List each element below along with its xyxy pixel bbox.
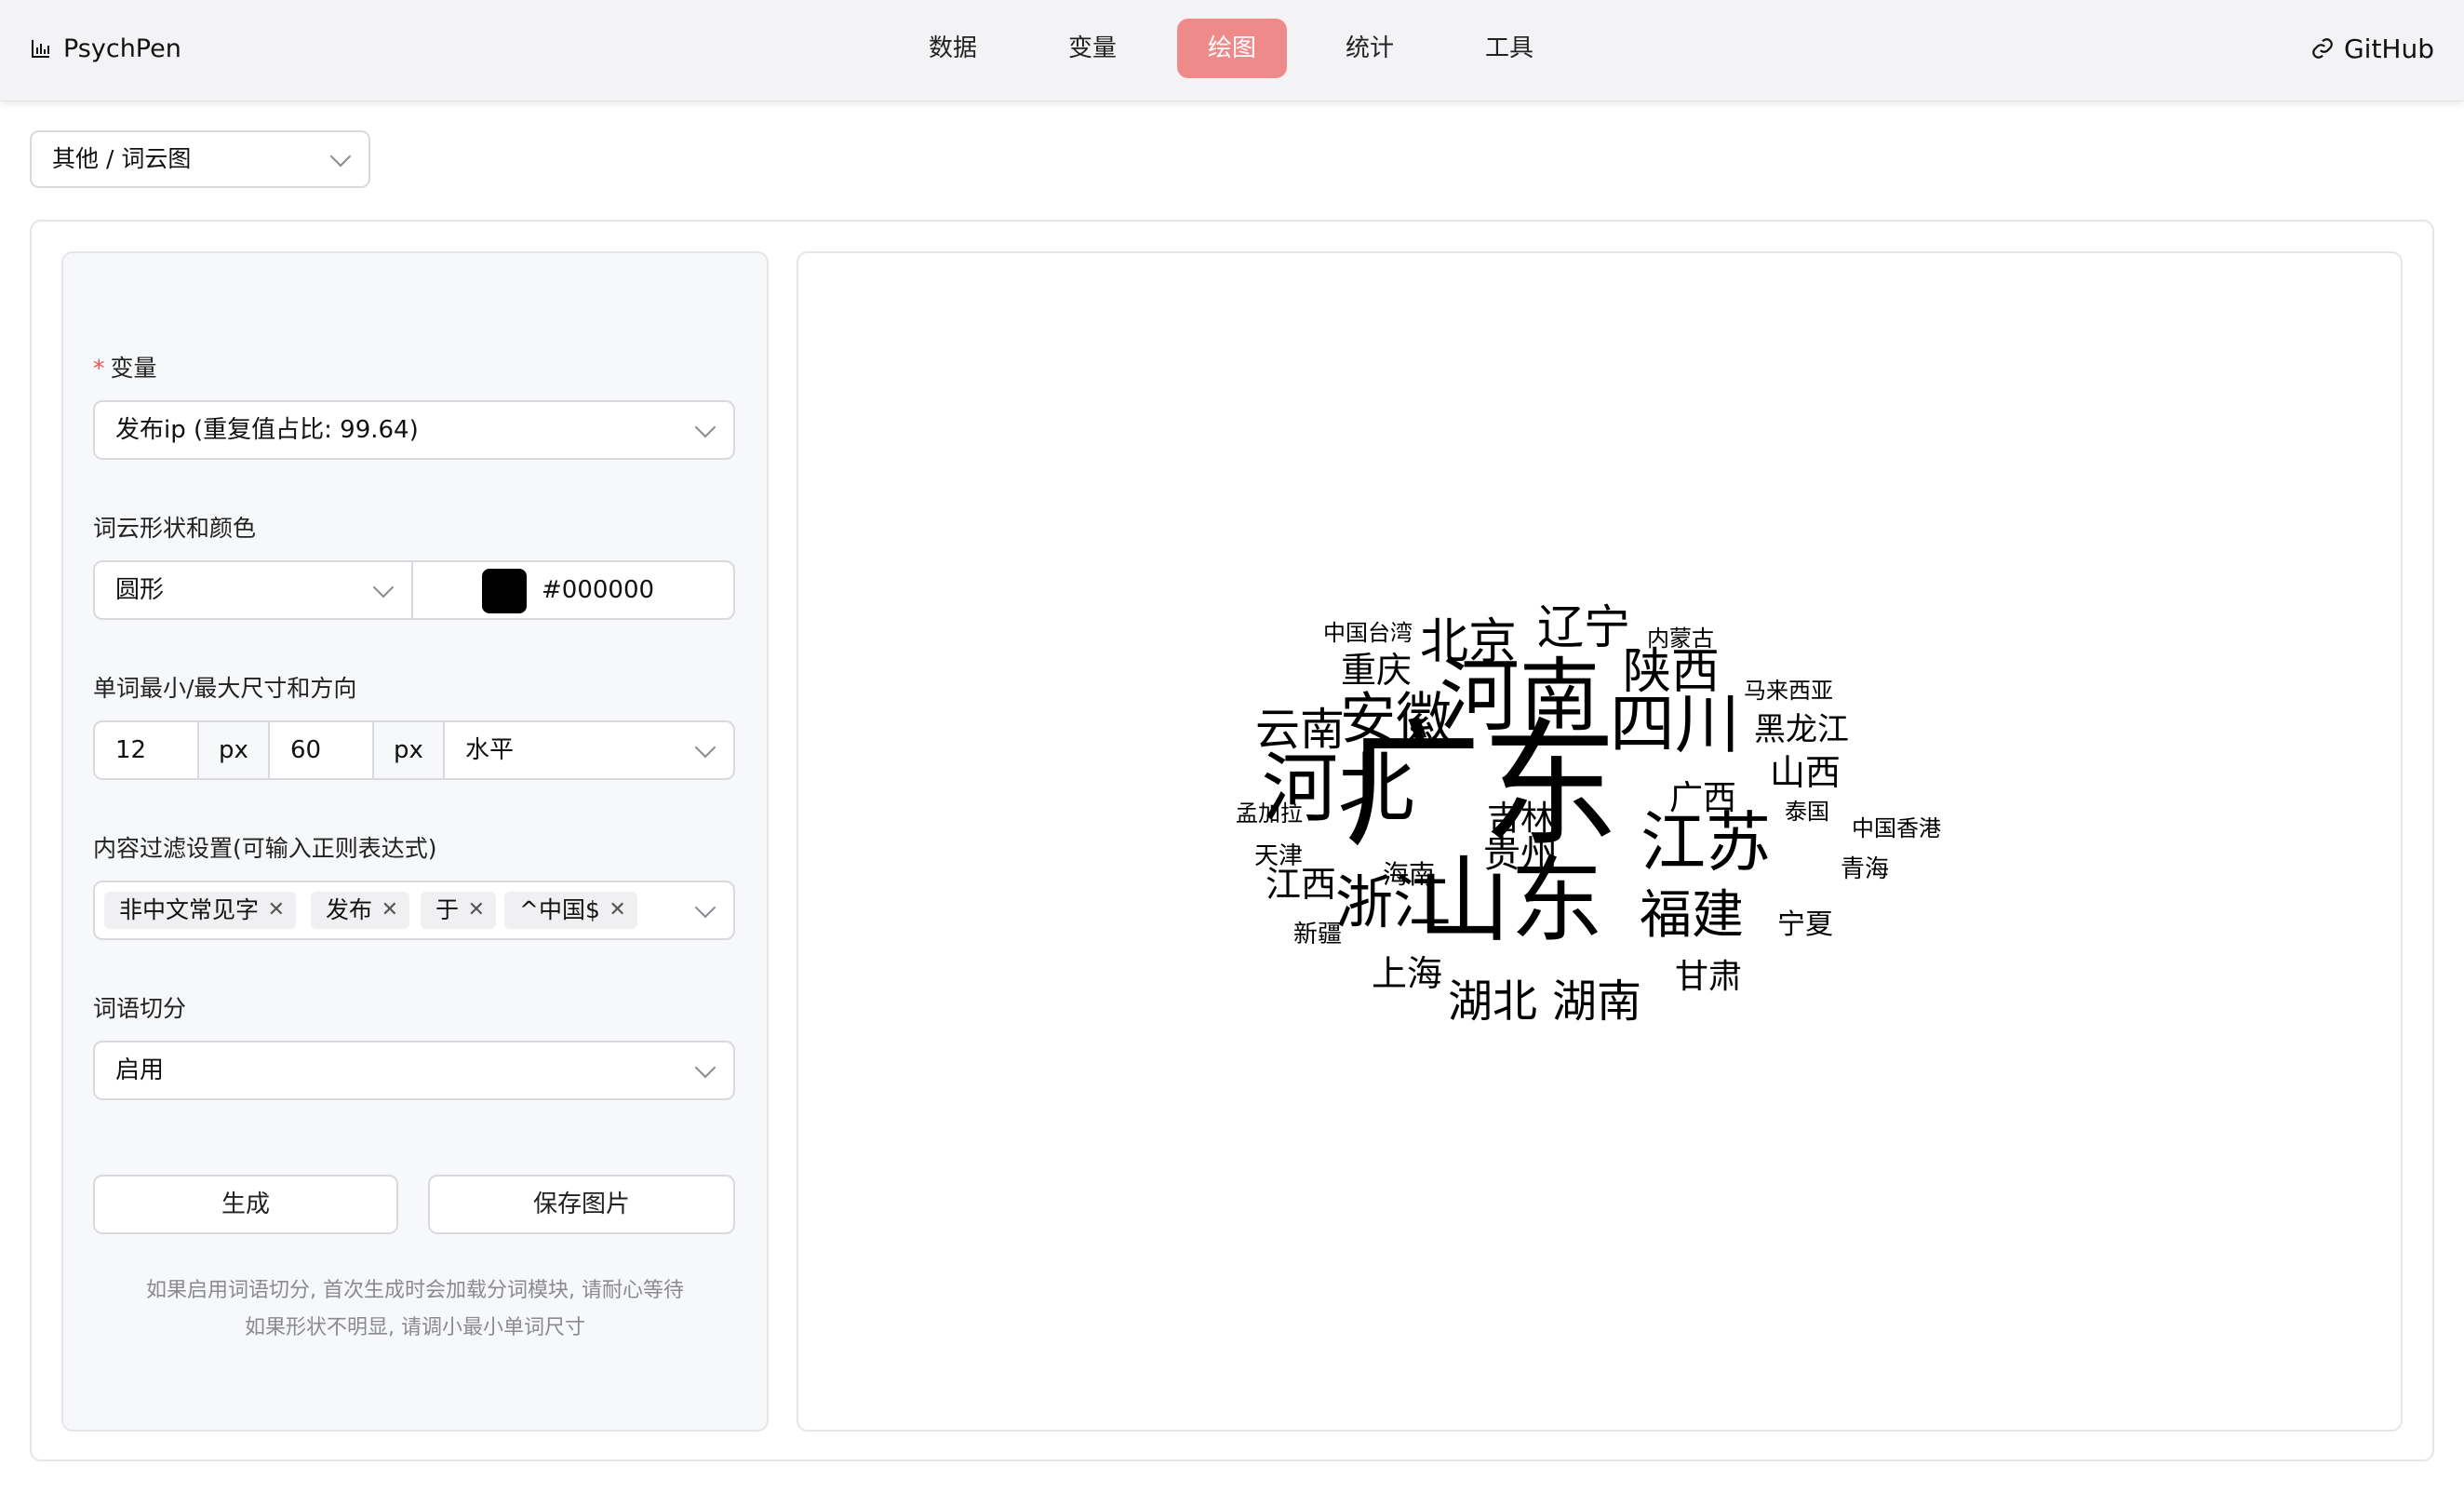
- nav-data[interactable]: 数据: [898, 19, 1008, 78]
- min-size-unit: px: [199, 722, 270, 778]
- word: 山西: [1769, 752, 1841, 793]
- close-icon[interactable]: ✕: [609, 892, 625, 929]
- main-nav: 数据 变量 绘图 统计 工具: [0, 19, 2464, 78]
- color-value: #000000: [542, 576, 655, 604]
- nav-variables[interactable]: 变量: [1038, 19, 1147, 78]
- color-picker[interactable]: #000000: [413, 562, 733, 618]
- variable-value: 发布ip (重复值占比: 99.64): [115, 416, 419, 444]
- chart-type-select[interactable]: 其他 / 词云图: [30, 130, 370, 188]
- segment-label: 词语切分: [93, 995, 187, 1022]
- word: 孟加拉: [1236, 800, 1303, 827]
- word: 宁夏: [1777, 908, 1833, 941]
- top-navbar: PsychPen 数据 变量 绘图 统计 工具 GitHub: [0, 0, 2464, 101]
- chevron-down-icon: [694, 416, 716, 438]
- segment-value: 启用: [115, 1056, 165, 1084]
- variable-select[interactable]: 发布ip (重复值占比: 99.64): [93, 400, 735, 460]
- filter-tag: ^中国$ ✕: [504, 892, 637, 929]
- close-icon[interactable]: ✕: [468, 892, 485, 929]
- chevron-down-icon: [694, 896, 716, 919]
- save-image-button[interactable]: 保存图片: [428, 1175, 735, 1234]
- word: 黑龙江: [1754, 711, 1849, 748]
- word: 泰国: [1785, 799, 1829, 825]
- shape-value: 圆形: [115, 576, 165, 604]
- shape-select[interactable]: 圆形: [95, 562, 413, 618]
- shape-color-label: 词云形状和颜色: [93, 515, 257, 542]
- github-label: GitHub: [2343, 33, 2434, 64]
- word: 甘肃: [1674, 958, 1743, 996]
- word: 云南: [1254, 704, 1346, 756]
- word: 马来西亚: [1744, 678, 1833, 704]
- filter-tag: 发布 ✕: [311, 892, 410, 929]
- word: 上海: [1371, 953, 1443, 994]
- size-direction-group: 12 px 60 px 水平: [93, 720, 735, 780]
- color-swatch: [482, 568, 527, 613]
- word: 福建: [1640, 885, 1744, 946]
- word: 海南: [1382, 859, 1436, 890]
- github-link[interactable]: GitHub: [2310, 30, 2434, 67]
- chart-type-value: 其他 / 词云图: [52, 145, 192, 172]
- word: 安徽: [1340, 687, 1452, 752]
- word: 天津: [1253, 842, 1304, 870]
- word: 四川: [1610, 686, 1740, 762]
- word: 陕西: [1622, 644, 1721, 700]
- close-icon[interactable]: ✕: [268, 892, 285, 929]
- min-size-input[interactable]: 12: [95, 722, 199, 778]
- size-direction-label: 单词最小/最大尺寸和方向: [93, 675, 357, 702]
- direction-value: 水平: [465, 736, 515, 764]
- chevron-down-icon: [329, 145, 352, 168]
- word: 吉林: [1486, 800, 1555, 838]
- word: 青海: [1840, 855, 1890, 883]
- word: 湖南: [1551, 975, 1642, 1028]
- variable-label: * 变量: [93, 355, 157, 382]
- direction-select[interactable]: 水平: [445, 722, 733, 778]
- filter-tags-input[interactable]: 非中文常见字 ✕ 发布 ✕ 于 ✕ ^中国$ ✕: [93, 881, 735, 940]
- chevron-down-icon: [694, 736, 716, 759]
- chevron-down-icon: [372, 576, 395, 599]
- max-size-unit: px: [374, 722, 445, 778]
- filter-tag: 非中文常见字 ✕: [104, 892, 297, 929]
- filter-label: 内容过滤设置(可输入正则表达式): [93, 835, 437, 862]
- hint-text: 如果形状不明显, 请调小最小单词尺寸: [245, 1316, 585, 1339]
- segment-select[interactable]: 启用: [93, 1041, 735, 1100]
- word: 广西: [1668, 779, 1737, 817]
- shape-color-group: 圆形 #000000: [93, 560, 735, 620]
- word: 中国香港: [1852, 815, 1941, 841]
- required-mark: *: [93, 355, 105, 382]
- word: 辽宁: [1537, 600, 1630, 654]
- generate-button[interactable]: 生成: [93, 1175, 398, 1234]
- word: 新疆: [1292, 921, 1343, 948]
- close-icon[interactable]: ✕: [382, 892, 398, 929]
- hint-text: 如果启用词语切分, 首次生成时会加载分词模块, 请耐心等待: [146, 1279, 684, 1302]
- nav-statistics[interactable]: 统计: [1315, 19, 1425, 78]
- word: 江西: [1265, 864, 1337, 905]
- word: 内蒙古: [1647, 625, 1714, 652]
- word: 湖北: [1447, 975, 1538, 1028]
- chevron-down-icon: [694, 1056, 716, 1079]
- nav-tools[interactable]: 工具: [1454, 19, 1564, 78]
- word: 江苏: [1640, 804, 1771, 881]
- max-size-input[interactable]: 60: [270, 722, 374, 778]
- word: 贵州: [1483, 833, 1558, 876]
- word: 北京: [1419, 614, 1518, 670]
- filter-tag: 于 ✕: [421, 892, 497, 929]
- word: 重庆: [1340, 650, 1413, 691]
- link-icon: [2312, 38, 2333, 59]
- nav-plot[interactable]: 绘图: [1177, 19, 1287, 78]
- word: 中国台湾: [1323, 620, 1413, 646]
